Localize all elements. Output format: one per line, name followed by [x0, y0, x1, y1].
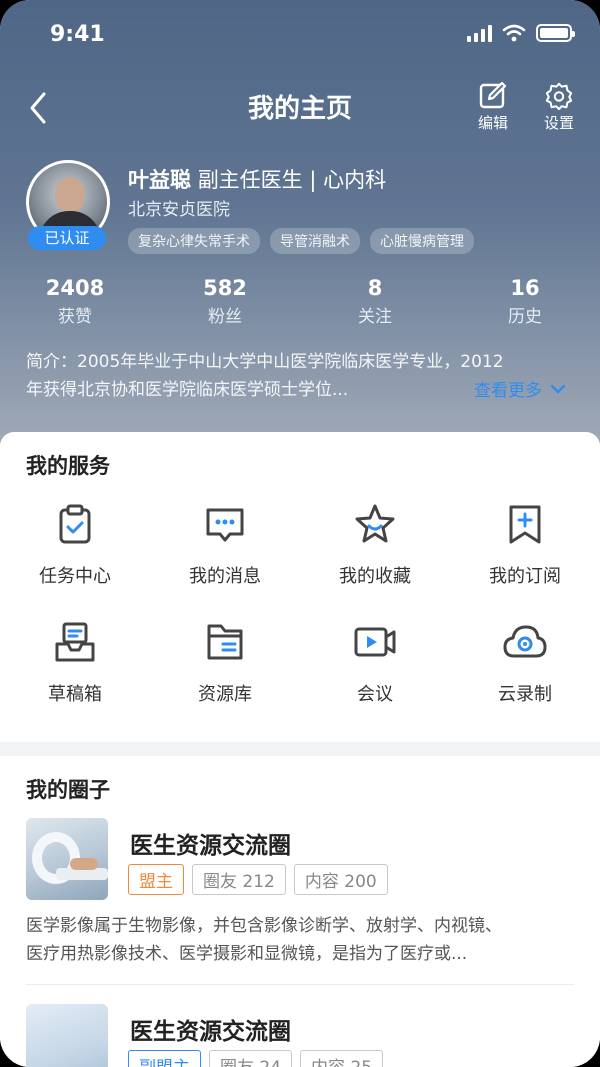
- stat-label: 获赞: [58, 307, 92, 327]
- stat-label: 关注: [358, 307, 392, 327]
- profile-header: 9:41 我的主页 编辑 设置 已认证 叶益聪 副主任医生 | 心内科 北京安贞…: [0, 0, 600, 460]
- members-badge: 圈友 24: [209, 1050, 293, 1067]
- posts-badge: 内容 200: [293, 864, 388, 895]
- phone-screen: 9:41 我的主页 编辑 设置 已认证 叶益聪 副主任医生 | 心内科 北京安贞…: [0, 0, 600, 1067]
- expertise-tag: 导管消融术: [270, 228, 360, 254]
- battery-icon: [536, 24, 575, 42]
- posts-badge: 内容 25: [300, 1050, 384, 1067]
- role-badge: 副盟主: [128, 1050, 201, 1067]
- service-label: 云录制: [498, 684, 552, 705]
- circle-badges: 副盟主 圈友 24 内容 25: [128, 1050, 384, 1067]
- circle-name: 医生资源交流圈: [130, 833, 291, 859]
- service-task-center[interactable]: 任务中心: [0, 502, 150, 588]
- wifi-icon: [502, 24, 526, 42]
- chevron-down-icon: [550, 384, 566, 394]
- service-label: 资源库: [198, 684, 252, 705]
- members-badge: 圈友 212: [192, 864, 286, 895]
- services-title: 我的服务: [26, 454, 110, 478]
- intro-line: 简介：2005年毕业于中山大学中山医学院临床医学专业，2012: [26, 352, 504, 372]
- service-label: 草稿箱: [48, 684, 102, 705]
- service-drafts[interactable]: 草稿箱: [0, 620, 150, 706]
- doctor-profile: 已认证 叶益聪 副主任医生 | 心内科 北京安贞医院 复杂心律失常手术 导管消融…: [26, 160, 574, 260]
- service-label: 任务中心: [39, 566, 111, 587]
- stat-value: 8: [367, 276, 383, 300]
- inbox-icon: [55, 622, 95, 662]
- stat-label: 历史: [508, 307, 542, 327]
- folder-icon: [207, 624, 243, 660]
- settings-button[interactable]: 设置: [534, 82, 584, 133]
- edit-button[interactable]: 编辑: [468, 82, 518, 133]
- gear-icon: [545, 82, 573, 110]
- bookmark-plus-icon: [509, 505, 541, 544]
- service-label: 我的收藏: [339, 566, 411, 587]
- nav-bar: 我的主页 编辑 设置: [0, 82, 600, 132]
- expertise-tag: 心脏慢病管理: [370, 228, 474, 254]
- circles-card: 我的圈子 医生资源交流圈 盟主 圈友 212 内容 200 医学影像属于生物影像…: [0, 756, 600, 1067]
- circle-item[interactable]: 医生资源交流圈 副盟主 圈友 24 内容 25: [26, 1004, 574, 1067]
- expertise-tags: 复杂心律失常手术 导管消融术 心脏慢病管理: [128, 228, 474, 254]
- stat-history[interactable]: 16 历史: [450, 276, 600, 327]
- services-card: 我的服务 任务中心 我的消息 我的收藏 我的订阅 草稿箱 资源库 会议 云录制: [0, 432, 600, 742]
- message-icon: [206, 508, 244, 542]
- stat-likes[interactable]: 2408 获赞: [0, 276, 150, 327]
- stat-fans[interactable]: 582 粉丝: [150, 276, 300, 327]
- service-cloud-record[interactable]: 云录制: [450, 620, 600, 706]
- circle-thumbnail: [26, 1004, 108, 1067]
- service-resources[interactable]: 资源库: [150, 620, 300, 706]
- stats-row: 2408 获赞 582 粉丝 8 关注 16 历史: [0, 276, 600, 327]
- circle-desc-line: 医疗用热影像技术、医学摄影和显微镜，是指为了医疗或...: [26, 944, 468, 964]
- doctor-name-line: 叶益聪 副主任医生 | 心内科: [128, 164, 386, 194]
- circle-thumbnail: [26, 818, 108, 900]
- service-label: 我的订阅: [489, 566, 561, 587]
- doctor-title-dept: 副主任医生 | 心内科: [197, 168, 387, 192]
- stat-value: 16: [510, 276, 540, 300]
- stat-following[interactable]: 8 关注: [300, 276, 450, 327]
- role-badge: 盟主: [128, 864, 184, 895]
- divider: [26, 984, 574, 985]
- see-more-link[interactable]: 查看更多: [474, 376, 566, 401]
- service-favorites[interactable]: 我的收藏: [300, 502, 450, 588]
- expertise-tag: 复杂心律失常手术: [128, 228, 260, 254]
- service-meeting[interactable]: 会议: [300, 620, 450, 706]
- services-grid: 任务中心 我的消息 我的收藏 我的订阅 草稿箱 资源库 会议 云录制: [0, 502, 600, 706]
- stat-value: 2408: [45, 276, 105, 300]
- service-messages[interactable]: 我的消息: [150, 502, 300, 588]
- service-label: 会议: [357, 684, 393, 705]
- verified-badge: 已认证: [28, 226, 106, 250]
- cloud-record-icon: [503, 625, 547, 658]
- settings-label: 设置: [543, 114, 574, 132]
- circles-title: 我的圈子: [26, 778, 110, 802]
- service-subscriptions[interactable]: 我的订阅: [450, 502, 600, 588]
- status-time: 9:41: [50, 22, 105, 47]
- stat-value: 582: [203, 276, 247, 300]
- edit-icon: [479, 82, 507, 109]
- signal-icon: [467, 24, 492, 42]
- service-label: 我的消息: [189, 566, 261, 587]
- status-icons: [467, 24, 575, 42]
- circle-name: 医生资源交流圈: [130, 1019, 291, 1045]
- doctor-name: 叶益聪: [128, 168, 191, 192]
- circle-badges: 盟主 圈友 212 内容 200: [128, 864, 388, 895]
- stat-label: 粉丝: [208, 307, 242, 327]
- edit-label: 编辑: [477, 114, 508, 132]
- circle-desc-line: 医学影像属于生物影像，并包含影像诊断学、放射学、内视镜、: [26, 916, 502, 936]
- see-more-label: 查看更多: [474, 381, 542, 401]
- circle-description: 医学影像属于生物影像，并包含影像诊断学、放射学、内视镜、 医疗用热影像技术、医学…: [26, 912, 574, 968]
- hospital-name: 北京安贞医院: [128, 200, 230, 220]
- clipboard-check-icon: [59, 504, 91, 544]
- video-icon: [354, 627, 396, 657]
- star-icon: [355, 504, 395, 543]
